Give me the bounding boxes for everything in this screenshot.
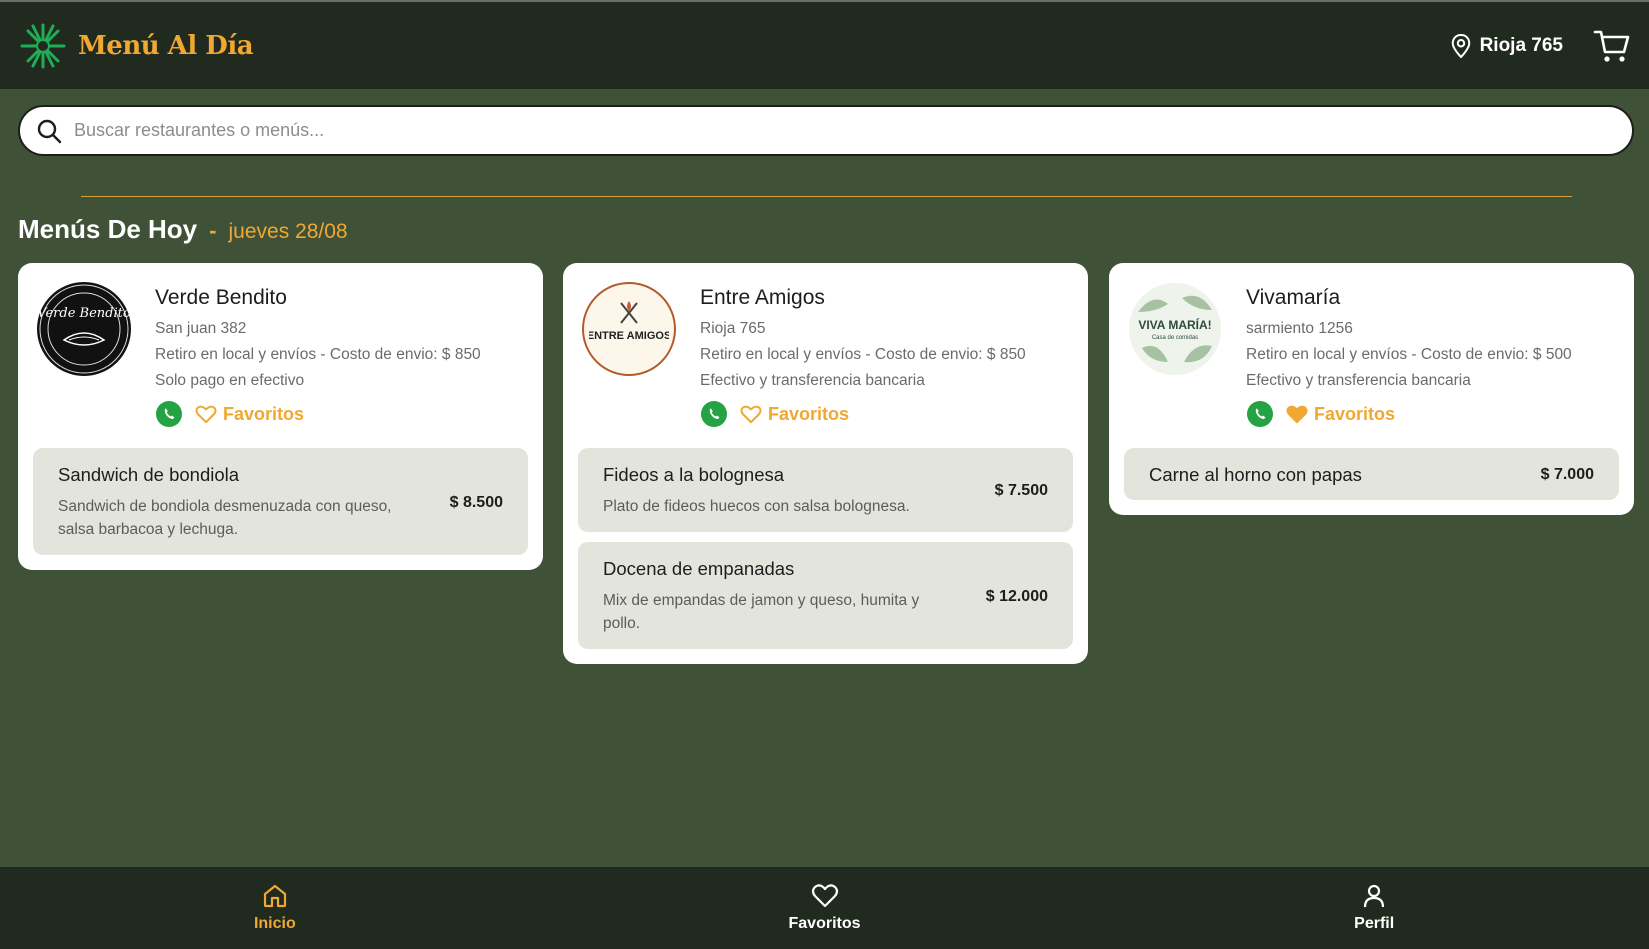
restaurant-name[interactable]: Entre Amigos	[700, 286, 1026, 310]
menu-item-name: Sandwich de bondiola	[58, 464, 240, 485]
restaurant-logo: Verde Bendito	[37, 282, 131, 376]
restaurant-card[interactable]: VIVA MARÍA! Casa de comidas Vivamaría sa…	[1109, 263, 1634, 515]
restaurant-payment: Efectivo y transferencia bancaria	[700, 372, 925, 389]
restaurant-card[interactable]: ENTRE AMIGOS Entre Amigos Rioja 765 Reti…	[563, 263, 1088, 664]
menu-item[interactable]: Sandwich de bondiola Sandwich de bondiol…	[33, 448, 528, 555]
favorite-button[interactable]: Favoritos	[195, 404, 304, 425]
svg-text:Casa de comidas: Casa de comidas	[1152, 335, 1198, 341]
favorite-button[interactable]: Favoritos	[740, 404, 849, 425]
cart-icon	[1593, 30, 1630, 62]
location-pin-icon	[1451, 33, 1470, 58]
location-label: Rioja 765	[1479, 34, 1563, 56]
nav-label: Perfil	[1354, 915, 1395, 932]
menu-item-name: Docena de empanadas	[603, 558, 795, 579]
menu-item-price: $ 8.500	[449, 493, 503, 511]
favorite-label: Favoritos	[223, 403, 305, 424]
nav-item-inicio[interactable]: Inicio	[0, 867, 550, 949]
restaurant-address: sarmiento 1256	[1246, 320, 1353, 337]
favorite-button[interactable]: Favoritos	[1286, 404, 1395, 425]
location-selector[interactable]: Rioja 765	[1450, 33, 1563, 59]
svg-text:VIVA MARÍA!: VIVA MARÍA!	[1138, 317, 1211, 332]
whatsapp-icon[interactable]	[1246, 400, 1274, 428]
home-icon	[263, 884, 286, 908]
brand[interactable]: Menú Al Día	[18, 21, 254, 71]
nav-item-favoritos[interactable]: Favoritos	[550, 867, 1100, 949]
menu-item-price: $ 12.000	[985, 587, 1048, 605]
restaurant-address: Rioja 765	[700, 320, 766, 337]
cart-button[interactable]	[1593, 28, 1631, 64]
favorite-label: Favoritos	[1314, 403, 1396, 424]
nav-item-perfil[interactable]: Perfil	[1099, 867, 1649, 949]
restaurant-card[interactable]: Verde Bendito Verde Bendito San juan 382…	[18, 263, 543, 570]
restaurant-delivery: Retiro en local y envíos - Costo de envi…	[1246, 346, 1572, 363]
restaurant-name[interactable]: Vivamaría	[1246, 286, 1572, 310]
brand-logo-icon	[20, 23, 66, 68]
menu-item-description: Mix de empandas de jamon y queso, humita…	[603, 592, 920, 632]
section-title: Menús De Hoy	[18, 214, 198, 244]
menu-item[interactable]: Fideos a la bolognesa Plato de fideos hu…	[578, 448, 1073, 532]
restaurant-payment: Solo pago en efectivo	[155, 372, 305, 389]
restaurant-name[interactable]: Verde Bendito	[155, 286, 481, 310]
search-bar[interactable]	[18, 105, 1634, 156]
section-separator: -	[209, 218, 217, 243]
user-icon	[1364, 884, 1385, 908]
restaurant-delivery: Retiro en local y envíos - Costo de envi…	[155, 346, 481, 363]
restaurant-payment: Efectivo y transferencia bancaria	[1246, 372, 1471, 389]
bottom-navigation: Inicio Favoritos Perfil	[0, 867, 1649, 949]
restaurant-delivery: Retiro en local y envíos - Costo de envi…	[700, 346, 1026, 363]
section-divider	[81, 196, 1572, 197]
menu-item-description: Sandwich de bondiola desmenuzada con que…	[58, 498, 392, 538]
brand-name: Menú Al Día	[78, 30, 254, 61]
heart-outline-icon	[740, 405, 762, 424]
menu-item[interactable]: Carne al horno con papas $ 7.000	[1124, 448, 1619, 500]
nav-label: Inicio	[253, 915, 296, 932]
menu-item-name: Fideos a la bolognesa	[603, 464, 785, 485]
restaurant-address: San juan 382	[155, 320, 247, 337]
menu-item-name: Carne al horno con papas	[1149, 464, 1362, 485]
restaurant-logo: ENTRE AMIGOS	[582, 282, 676, 376]
section-date: jueves 28/08	[228, 220, 348, 243]
whatsapp-icon[interactable]	[155, 400, 183, 428]
favorite-label: Favoritos	[768, 403, 850, 424]
whatsapp-icon[interactable]	[700, 400, 728, 428]
menu-item-price: $ 7.000	[1540, 466, 1594, 483]
restaurant-logo: VIVA MARÍA! Casa de comidas	[1128, 282, 1222, 376]
heart-icon	[811, 884, 838, 908]
search-icon	[37, 119, 62, 143]
heart-outline-icon	[195, 405, 217, 424]
menu-item-price: $ 7.500	[994, 482, 1048, 499]
svg-text:ENTRE AMIGOS: ENTRE AMIGOS	[589, 330, 669, 342]
nav-label: Favoritos	[788, 915, 861, 932]
menu-item[interactable]: Docena de empanadas Mix de empandas de j…	[578, 542, 1073, 649]
section-header: Menús De Hoy - jueves 28/08	[18, 214, 348, 245]
menu-item-description: Plato de fideos huecos con salsa bologne…	[603, 498, 910, 515]
search-input[interactable]	[74, 120, 1616, 141]
top-bar: Menú Al Día Rioja 765	[0, 0, 1649, 89]
svg-text:Verde Bendito: Verde Bendito	[37, 306, 131, 321]
heart-filled-icon	[1286, 405, 1308, 424]
